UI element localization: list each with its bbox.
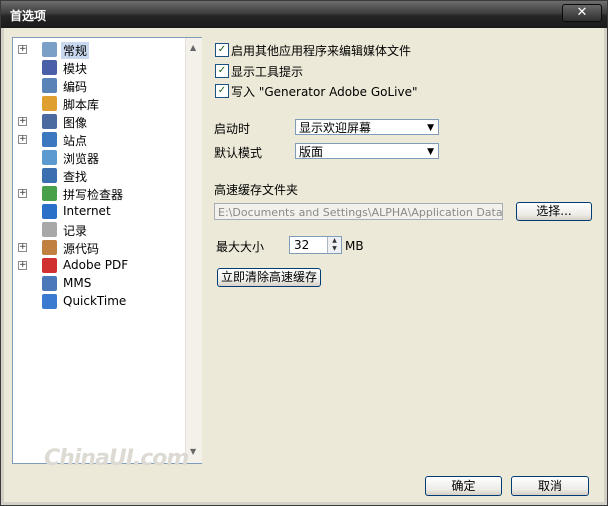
tree-item[interactable]: MMS (13, 275, 183, 293)
dialog-body: ▲ ▼ + 常规模块编码脚本库 + 图像 + 站点浏览器查找 + 拼写检查器 Internet 记… (4, 28, 604, 502)
expand-icon[interactable]: + (18, 45, 27, 54)
max-size-value: 32 (294, 238, 310, 252)
tree-item-label: 常规 (61, 42, 90, 59)
tree-item-label: 站点 (63, 134, 88, 148)
expand-icon[interactable]: + (18, 243, 27, 252)
site-icon (42, 132, 57, 147)
max-size-label: 最大大小 (216, 240, 265, 254)
tree-item[interactable]: + 常规 (13, 41, 183, 59)
enable-external-editors-checkbox[interactable]: ✓ (215, 43, 229, 57)
expand-icon[interactable]: + (18, 135, 27, 144)
adobe-pdf-icon (42, 258, 57, 273)
tree-item-label: 图像 (63, 116, 88, 130)
tree-item-label: 脚本库 (63, 98, 100, 112)
tree-item[interactable]: 查找 (13, 167, 183, 185)
category-tree: ▲ ▼ + 常规模块编码脚本库 + 图像 + 站点浏览器查找 + 拼写检查器 Internet 记… (12, 37, 202, 464)
title-bar[interactable]: 首选项 ✕ (1, 1, 607, 28)
default-mode-label: 默认模式 (214, 146, 263, 160)
module-icon (42, 60, 57, 75)
find-icon (42, 168, 57, 183)
tree-item[interactable]: 浏览器 (13, 149, 183, 167)
chevron-down-icon: ▼ (427, 147, 434, 157)
startup-select[interactable]: 显示欢迎屏幕 ▼ (295, 119, 439, 135)
tree-item[interactable]: + Adobe PDF (13, 257, 183, 275)
ok-button[interactable]: 确定 (425, 476, 502, 496)
browser-icon (42, 150, 57, 165)
default-mode-select-value: 版面 (299, 145, 324, 159)
show-tooltips-checkbox[interactable]: ✓ (215, 64, 229, 78)
tree-item[interactable]: + 图像 (13, 113, 183, 131)
startup-label: 启动时 (214, 122, 251, 136)
cache-path-field[interactable]: E:\Documents and Settings\ALPHA\Applicat… (214, 203, 503, 220)
spin-up-icon[interactable]: ▲ (328, 237, 341, 245)
expand-icon[interactable]: + (18, 117, 27, 126)
tree-item-label: Internet (63, 204, 111, 218)
tree-item-label: 查找 (63, 170, 88, 184)
cache-folder-label: 高速缓存文件夹 (214, 183, 299, 197)
spin-down-icon[interactable]: ▼ (328, 245, 341, 253)
enable-external-editors-label: 启用其他应用程序来编辑媒体文件 (231, 44, 412, 58)
general-icon (42, 42, 57, 57)
expand-icon[interactable]: + (18, 261, 27, 270)
cancel-button[interactable]: 取消 (511, 476, 589, 496)
code-icon (42, 78, 57, 93)
tree-item-label: QuickTime (63, 294, 127, 308)
tree-item-label: MMS (63, 276, 92, 290)
show-tooltips-label: 显示工具提示 (231, 65, 304, 79)
expand-icon[interactable]: + (18, 189, 27, 198)
script-library-icon (42, 96, 57, 111)
preferences-window: 首选项 ✕ ▲ ▼ + 常规模块编码脚本库 + 图像 + 站点浏览器查找 + 拼写检查器 Int… (0, 0, 608, 506)
source-code-icon (42, 240, 57, 255)
tree-item-label: 浏览器 (63, 152, 100, 166)
default-mode-select[interactable]: 版面 ▼ (295, 143, 439, 159)
scroll-up-icon[interactable]: ▲ (190, 43, 196, 52)
watermark-logo: ChinaUI.com (44, 446, 189, 471)
chevron-down-icon: ▼ (427, 123, 434, 133)
tree-item[interactable]: 模块 (13, 59, 183, 77)
tree-item[interactable]: Internet (13, 203, 183, 221)
tree-item[interactable]: + 拼写检查器 (13, 185, 183, 203)
tree-item-label: 源代码 (63, 242, 100, 256)
tree-item[interactable]: + 站点 (13, 131, 183, 149)
spellcheck-icon (42, 186, 57, 201)
tree-item[interactable]: + 源代码 (13, 239, 183, 257)
startup-select-value: 显示欢迎屏幕 (299, 121, 372, 135)
write-generator-label: 写入 "Generator Adobe GoLive" (231, 85, 418, 99)
internet-icon (42, 204, 57, 219)
tree-item-label: 模块 (63, 62, 88, 76)
scroll-down-icon[interactable]: ▼ (190, 447, 196, 456)
mms-icon (42, 276, 57, 291)
clear-cache-button[interactable]: 立即清除高速缓存 (217, 268, 321, 287)
window-title: 首选项 (10, 9, 47, 23)
tree-item-label: 拼写检查器 (63, 188, 124, 202)
max-size-spin-buttons[interactable]: ▲ ▼ (327, 237, 341, 253)
quicktime-icon (42, 294, 57, 309)
tree-item-label: 记录 (63, 224, 88, 238)
tree-item-label: Adobe PDF (63, 258, 129, 272)
max-size-stepper[interactable]: 32 ▲ ▼ (289, 236, 342, 254)
max-size-unit: MB (345, 239, 364, 253)
tree-item-label: 编码 (63, 80, 88, 94)
write-generator-checkbox[interactable]: ✓ (215, 84, 229, 98)
close-button[interactable]: ✕ (562, 4, 602, 22)
tree-item[interactable]: 脚本库 (13, 95, 183, 113)
choose-folder-button[interactable]: 选择... (516, 202, 592, 221)
tree-item[interactable]: QuickTime (13, 293, 183, 311)
tree-item[interactable]: 记录 (13, 221, 183, 239)
image-icon (42, 114, 57, 129)
tree-item[interactable]: 编码 (13, 77, 183, 95)
tree-scrollbar[interactable]: ▲ ▼ (185, 38, 202, 463)
log-icon (42, 222, 57, 237)
